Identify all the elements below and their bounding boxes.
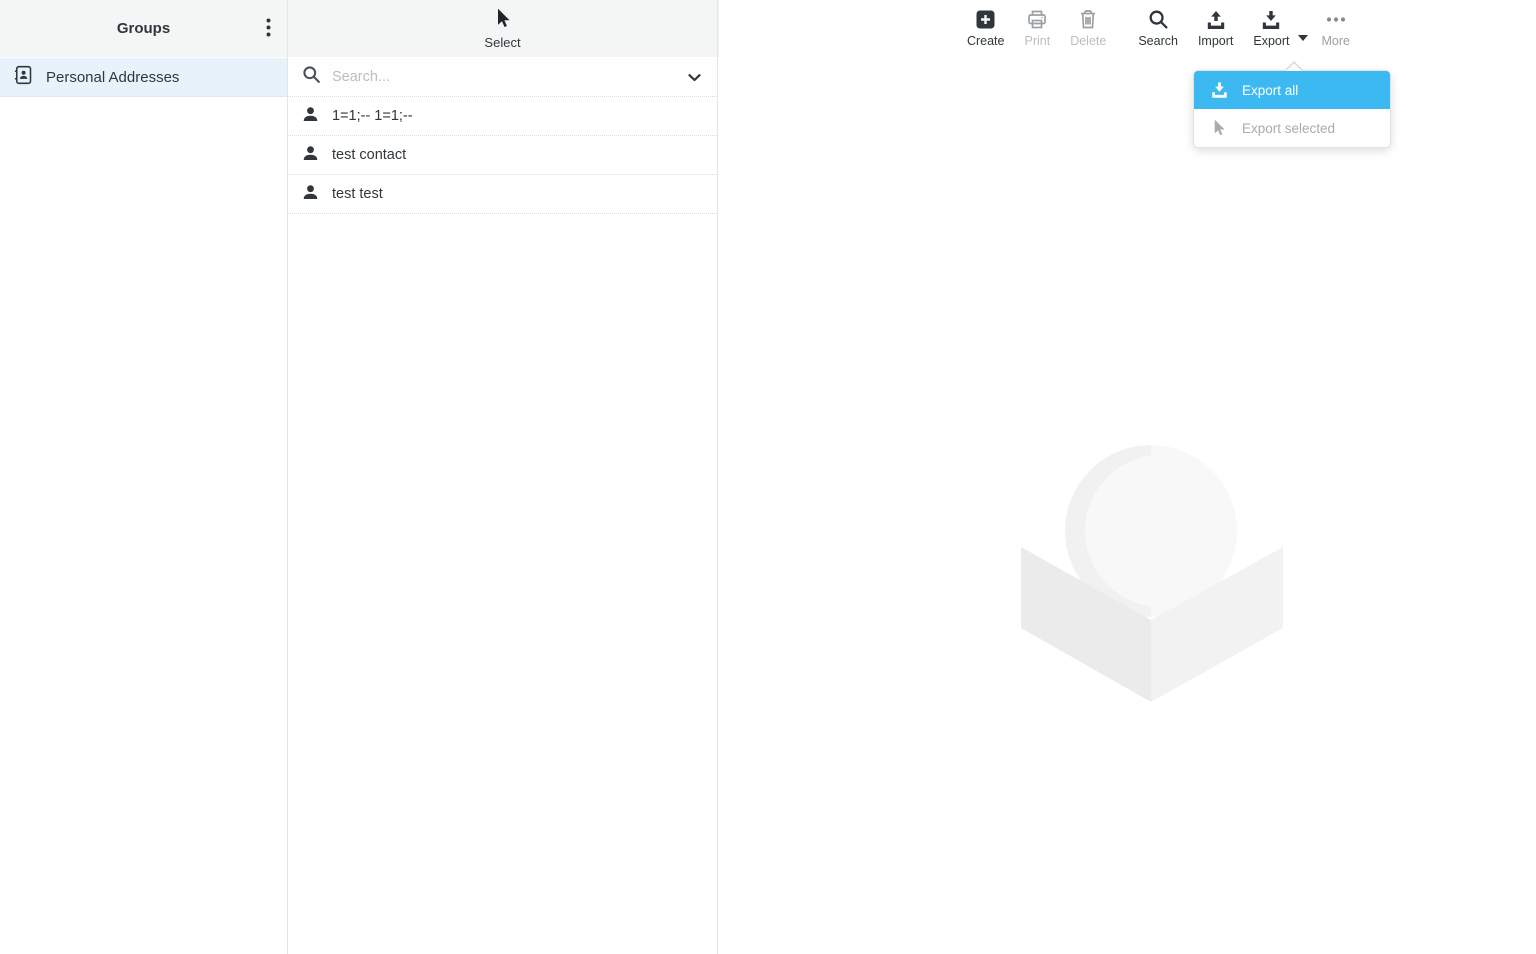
groups-options-button[interactable] (258, 12, 279, 46)
delete-button[interactable]: Delete (1060, 9, 1116, 48)
select-button[interactable]: Select (288, 0, 717, 57)
trash-icon (1078, 9, 1098, 30)
menu-item-export-selected[interactable]: Export selected (1194, 109, 1390, 147)
chevron-down-icon (688, 70, 701, 85)
search-options-button[interactable] (686, 68, 703, 87)
menu-item-export-all[interactable]: Export all (1194, 71, 1390, 109)
groups-title: Groups (117, 20, 170, 37)
menu-item-label: Export all (1242, 83, 1298, 98)
person-icon (302, 145, 319, 166)
cursor-arrow-icon (495, 8, 511, 32)
ellipsis-icon (1325, 9, 1347, 30)
caret-down-icon (1298, 29, 1308, 44)
print-button[interactable]: Print (1014, 9, 1060, 48)
print-button-label: Print (1024, 34, 1050, 48)
toolbar-search-button[interactable]: Search (1128, 9, 1188, 48)
create-plus-icon (975, 9, 996, 30)
sidebar-item-label: Personal Addresses (46, 69, 179, 86)
toolbar-actions: Create Print D (957, 0, 1360, 57)
import-upload-icon (1205, 9, 1227, 30)
export-button[interactable]: Export (1243, 9, 1299, 48)
download-icon (1209, 82, 1229, 99)
search-input[interactable] (332, 69, 675, 85)
export-menu: Export all Export selected (1193, 70, 1391, 148)
contact-row[interactable]: test contact (288, 136, 717, 175)
contact-row[interactable]: 1=1;-- 1=1;-- (288, 97, 717, 136)
search-icon (302, 65, 321, 89)
import-button-label: Import (1198, 34, 1233, 48)
contacts-search-bar (288, 58, 717, 97)
create-button[interactable]: Create (957, 9, 1015, 48)
address-book-icon (13, 65, 33, 89)
contact-name: test test (332, 186, 383, 202)
groups-sidebar: Groups Personal Addresses (0, 0, 288, 954)
pointer-icon (1209, 119, 1229, 137)
person-icon (302, 106, 319, 127)
print-icon (1026, 9, 1048, 30)
more-button-label: More (1322, 34, 1350, 48)
export-button-label: Export (1253, 34, 1289, 48)
kebab-menu-icon (266, 18, 271, 40)
export-download-icon (1260, 9, 1282, 30)
address-book-app: Groups Personal Addresses (0, 0, 1536, 954)
contact-name: test contact (332, 147, 406, 163)
create-button-label: Create (967, 34, 1005, 48)
more-button[interactable]: More (1312, 9, 1360, 48)
import-button[interactable]: Import (1188, 9, 1243, 48)
sidebar-item-personal-addresses[interactable]: Personal Addresses (0, 58, 287, 97)
search-button-label: Search (1138, 34, 1178, 48)
contacts-panel: Select 1=1;-- 1=1;-- (288, 0, 718, 954)
person-icon (302, 184, 319, 205)
content-area (719, 0, 1536, 954)
search-icon (1148, 9, 1169, 30)
contact-list: 1=1;-- 1=1;-- test contact test test (288, 97, 717, 214)
select-button-label: Select (484, 35, 520, 50)
export-dropdown-caret[interactable] (1296, 27, 1310, 46)
groups-header: Groups (0, 0, 287, 57)
contact-row[interactable]: test test (288, 175, 717, 214)
menu-item-label: Export selected (1242, 121, 1335, 136)
popup-pointer (1285, 61, 1303, 70)
contact-name: 1=1;-- 1=1;-- (332, 108, 413, 124)
delete-button-label: Delete (1070, 34, 1106, 48)
